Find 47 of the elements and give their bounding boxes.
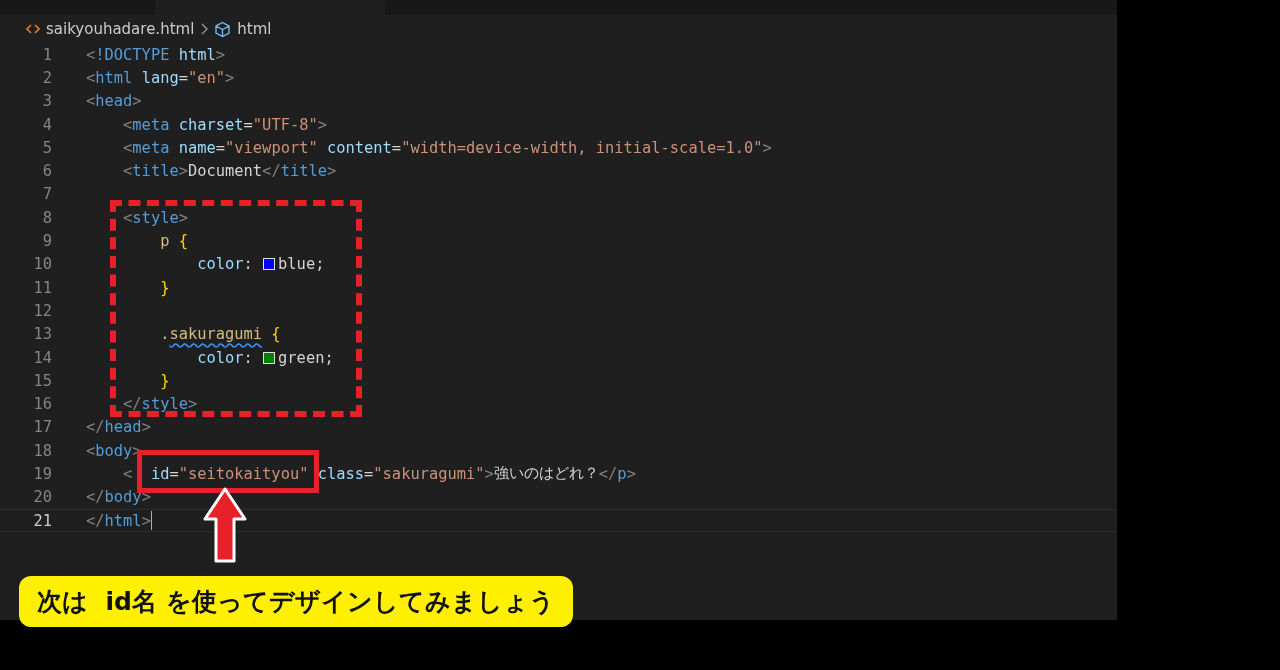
code-line: <meta name="viewport" content="width=device-width, initial-scale=1.0"> (122, 138, 772, 157)
line-number: 9 (41, 232, 52, 250)
line-number: 10 (32, 255, 52, 274)
line-number: 5 (41, 138, 52, 157)
line-number: 11 (32, 278, 52, 297)
code-line: </head> (86, 418, 151, 437)
code-line: p { (159, 232, 188, 250)
line-number: 3 (41, 92, 52, 111)
code-brackets-icon (26, 23, 40, 35)
line-number: 6 (41, 162, 52, 181)
line-number: 12 (32, 301, 52, 320)
code-line: </body> (86, 488, 151, 507)
breadcrumb-symbol[interactable]: html (237, 20, 272, 38)
line-number: 16 (32, 395, 52, 414)
code-line: </html> (86, 511, 151, 530)
code-line: <meta charset="UTF-8"> (122, 115, 327, 134)
line-number: 4 (41, 115, 52, 134)
breadcrumb-file[interactable]: saikyouhadare.html (46, 20, 195, 38)
line-number: 7 (41, 185, 52, 204)
line-number: 1 (41, 45, 52, 64)
text-cursor (150, 511, 152, 531)
cube-icon (214, 20, 232, 38)
code-line: <!DOCTYPE html> (86, 45, 226, 64)
line-number: 13 (32, 325, 52, 344)
code-line: color: blue; (196, 255, 325, 274)
line-number: 17 (32, 418, 52, 437)
chevron-right-icon (200, 23, 209, 35)
code-line: < id="seitokaityou" class="sakuragumi">強いのはどれ？</p> (122, 463, 636, 485)
code-line: </style> (122, 395, 198, 414)
code-line: .sakuragumi { (159, 325, 281, 344)
line-number: 21 (32, 511, 52, 530)
callout-banner: 次は id名 を使ってデザインしてみましょう (19, 576, 573, 627)
line-number: 18 (32, 441, 52, 460)
code-line: <html lang="en"> (86, 68, 235, 87)
code-line: <title>Document</title> (122, 162, 337, 181)
code-line: <head> (86, 92, 142, 111)
up-arrow-icon (203, 487, 247, 563)
line-number: 8 (41, 208, 52, 227)
code-line: <style> (122, 208, 188, 227)
line-number: 2 (41, 68, 52, 87)
code-line: color: green; (196, 348, 334, 367)
line-number: 19 (32, 465, 52, 483)
code-line: } (159, 371, 170, 390)
line-number: 20 (32, 488, 52, 507)
code-line: } (159, 278, 170, 297)
line-number: 14 (32, 348, 52, 367)
line-number: 15 (32, 371, 52, 390)
